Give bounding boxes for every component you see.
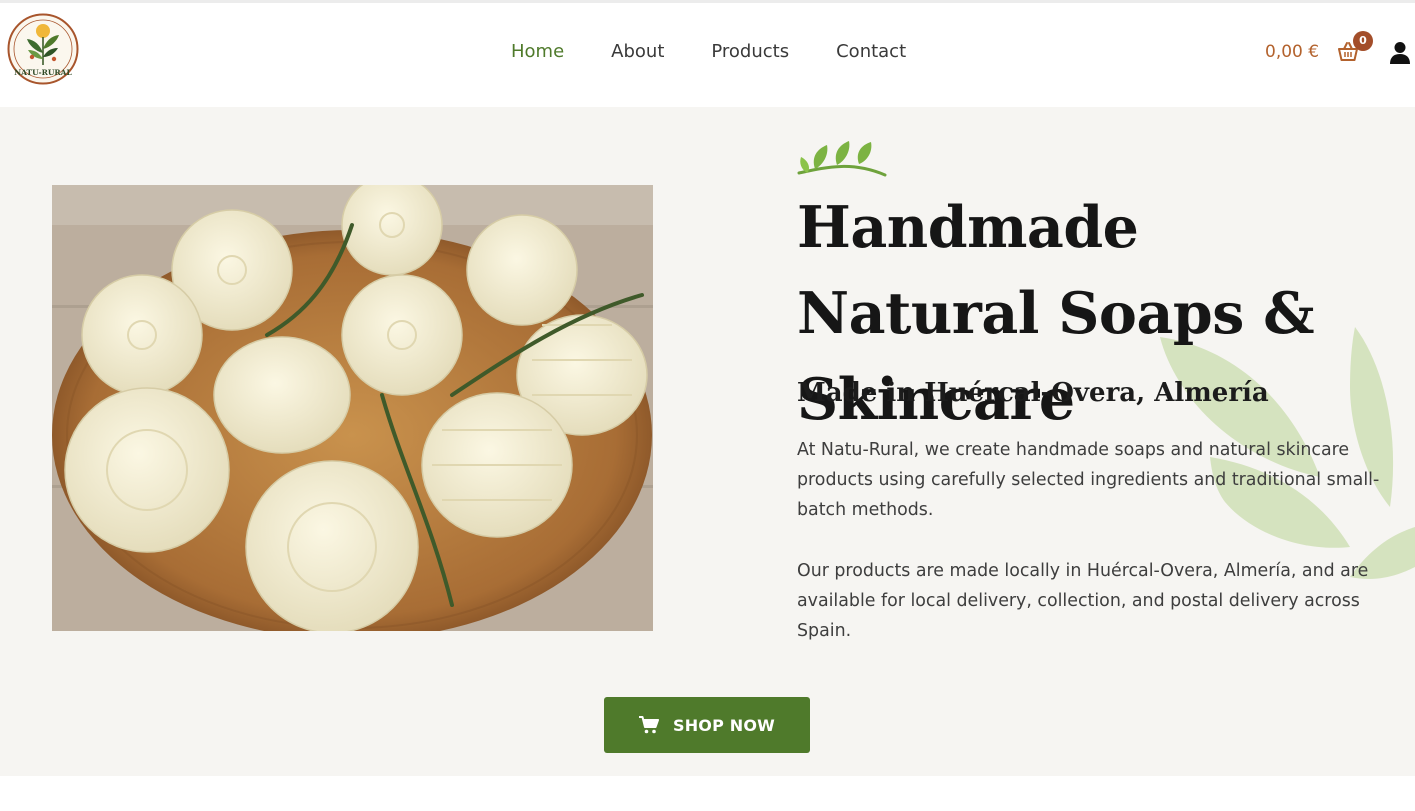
logo-icon[interactable]: NATU-RURAL — [7, 13, 79, 85]
nav-contact[interactable]: Contact — [836, 40, 906, 64]
hero-section: Handmade Natural Soaps & Skincare Made i… — [0, 107, 1415, 776]
hero-paragraph-2: Our products are made locally in Huércal… — [797, 561, 1369, 641]
shop-now-button[interactable]: SHOP NOW — [604, 697, 810, 753]
site-header: NATU-RURAL Home About Products Contact 0… — [0, 3, 1415, 107]
cart-count-badge: 0 — [1353, 31, 1373, 51]
shop-now-label: SHOP NOW — [672, 715, 776, 735]
shopping-cart-icon — [638, 716, 659, 734]
nav-about[interactable]: About — [611, 40, 664, 64]
main-nav: Home About Products Contact — [511, 40, 906, 64]
hero-paragraph-1: At Natu-Rural, we create handmade soaps … — [797, 440, 1380, 520]
page-bottom — [0, 776, 1415, 811]
cart-total[interactable]: 0,00 € — [1265, 40, 1319, 64]
nav-products[interactable]: Products — [711, 40, 789, 64]
sprig-icon — [797, 141, 887, 177]
user-icon[interactable] — [1389, 41, 1411, 65]
nav-home[interactable]: Home — [511, 40, 564, 64]
logo-text: NATU-RURAL — [14, 68, 72, 77]
hero-subtitle: Made in Huércal-Overa, Almería — [797, 378, 1269, 408]
soap-bars-photo — [52, 185, 653, 631]
